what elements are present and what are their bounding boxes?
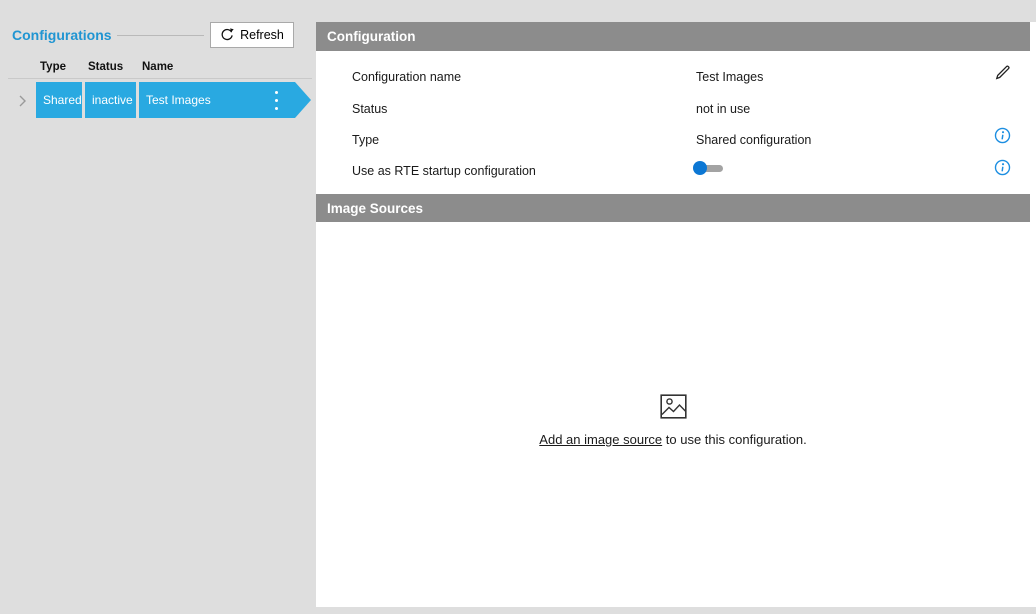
rte-startup-toggle[interactable]	[693, 161, 723, 175]
field-value-status: not in use	[696, 102, 750, 116]
field-label-status: Status	[352, 102, 387, 116]
row-cell-type[interactable]: Shared	[36, 82, 82, 118]
image-sources-section-header: Image Sources	[316, 194, 1030, 222]
column-header-status: Status	[88, 61, 123, 73]
field-value-configuration-name: Test Images	[696, 70, 763, 84]
configuration-fields: Configuration name Test Images Status no…	[316, 51, 1030, 194]
info-icon	[994, 132, 1011, 147]
image-placeholder-icon	[660, 394, 687, 424]
info-icon	[994, 164, 1011, 179]
empty-state-text: Add an image source to use this configur…	[316, 432, 1030, 447]
add-image-source-link[interactable]: Add an image source	[539, 432, 662, 447]
refresh-button[interactable]: Refresh	[210, 22, 294, 48]
field-value-type: Shared configuration	[696, 133, 811, 147]
row-cell-name[interactable]: Test Images	[139, 82, 295, 118]
refresh-label: Refresh	[240, 28, 284, 42]
column-header-name: Name	[142, 61, 173, 73]
edit-name-button[interactable]	[994, 64, 1011, 81]
row-name-label: Test Images	[146, 93, 211, 107]
field-label-type: Type	[352, 133, 379, 147]
toggle-knob	[693, 161, 707, 175]
empty-state-suffix: to use this configuration.	[662, 432, 807, 447]
detail-panel: Configuration Configuration name Test Im…	[316, 22, 1036, 607]
configuration-section-header: Configuration	[316, 22, 1030, 51]
app-window: { "colors": { "accent_blue_row": "#29a9e…	[0, 0, 1036, 614]
row-menu-kebab-icon[interactable]	[271, 91, 281, 110]
table-header-divider	[8, 78, 312, 79]
configurations-title: Configurations	[12, 27, 112, 43]
selection-arrow	[295, 82, 311, 118]
rte-info-button[interactable]	[994, 159, 1011, 176]
empty-state: Add an image source to use this configur…	[316, 394, 1030, 447]
field-label-configuration-name: Configuration name	[352, 70, 461, 84]
title-divider	[117, 35, 204, 36]
pencil-icon	[994, 69, 1011, 84]
type-info-button[interactable]	[994, 127, 1011, 144]
image-sources-body: Add an image source to use this configur…	[316, 222, 1036, 607]
table-row: Shared inactive Test Images	[0, 82, 316, 118]
refresh-icon	[220, 28, 234, 42]
row-expander-chevron-icon[interactable]	[19, 94, 27, 106]
configurations-panel: Configurations Refresh Type Status Name …	[0, 0, 316, 614]
field-label-rte-startup: Use as RTE startup configuration	[352, 164, 536, 178]
configuration-section-title: Configuration	[327, 29, 415, 44]
image-sources-section-title: Image Sources	[327, 201, 423, 216]
row-cell-status[interactable]: inactive	[85, 82, 136, 118]
column-header-type: Type	[40, 61, 66, 73]
